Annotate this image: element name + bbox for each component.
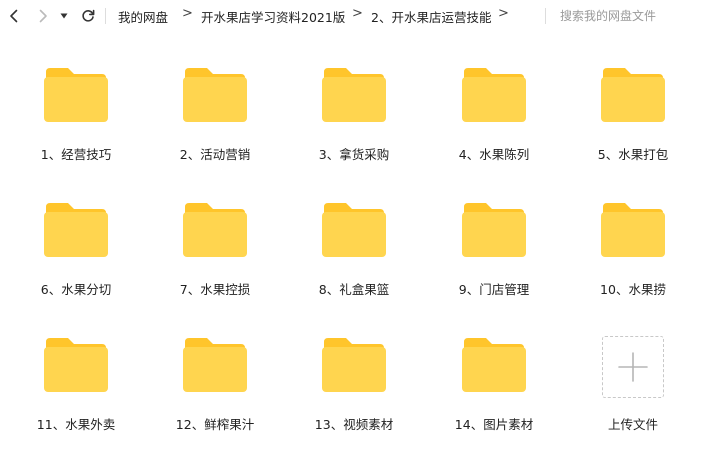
folder-label: 9、门店管理 — [458, 282, 530, 297]
upload-box[interactable] — [602, 336, 664, 398]
chevron-right-icon — [39, 9, 47, 23]
upload-file-button[interactable]: 上传文件 — [573, 336, 693, 448]
folder-label: 4、水果陈列 — [458, 147, 530, 162]
folder-icon — [44, 338, 108, 392]
folder-item[interactable]: 13、视频素材 — [294, 338, 414, 448]
file-grid: 1、经营技巧 2、活动营销 3、拿货采购 4、水果陈列 5、水果打包 6、水果分… — [0, 32, 720, 450]
refresh-button[interactable] — [77, 4, 99, 28]
folder-item[interactable]: 11、水果外卖 — [16, 338, 136, 448]
folder-item[interactable]: 12、鲜榨果汁 — [155, 338, 275, 448]
folder-icon — [322, 68, 386, 122]
folder-icon — [183, 203, 247, 257]
folder-item[interactable]: 3、拿货采购 — [294, 68, 414, 178]
folder-icon — [44, 203, 108, 257]
forward-button[interactable] — [32, 4, 54, 28]
folder-label: 11、水果外卖 — [36, 417, 116, 432]
folder-item[interactable]: 6、水果分切 — [16, 203, 136, 313]
back-button[interactable] — [3, 4, 25, 28]
breadcrumb-separator: > — [182, 6, 193, 21]
folder-icon — [44, 68, 108, 122]
folder-item[interactable]: 4、水果陈列 — [434, 68, 554, 178]
folder-icon — [601, 203, 665, 257]
folder-item[interactable]: 5、水果打包 — [573, 68, 693, 178]
refresh-icon — [82, 9, 95, 22]
folder-label: 14、图片素材 — [454, 417, 534, 432]
folder-item[interactable]: 10、水果捞 — [573, 203, 693, 313]
toolbar: 我的网盘 > 开水果店学习资料2021版 > 2、开水果店运营技能 > — [0, 0, 720, 32]
folder-label: 7、水果控损 — [179, 282, 251, 297]
caret-down-icon — [60, 13, 68, 19]
search-input[interactable] — [560, 6, 710, 26]
folder-item[interactable]: 9、门店管理 — [434, 203, 554, 313]
folder-item[interactable]: 7、水果控损 — [155, 203, 275, 313]
folder-icon — [322, 203, 386, 257]
breadcrumb-separator: > — [352, 6, 363, 21]
folder-label: 1、经营技巧 — [40, 147, 112, 162]
breadcrumb-item-root[interactable]: 我的网盘 — [118, 7, 168, 26]
history-dropdown-button[interactable] — [56, 4, 72, 28]
folder-item[interactable]: 8、礼盒果篮 — [294, 203, 414, 313]
folder-label: 8、礼盒果篮 — [318, 282, 390, 297]
folder-label: 3、拿货采购 — [318, 147, 390, 162]
plus-icon — [618, 352, 648, 382]
folder-label: 13、视频素材 — [314, 417, 394, 432]
search-divider — [545, 8, 546, 24]
folder-item[interactable]: 1、经营技巧 — [16, 68, 136, 178]
folder-label: 12、鲜榨果汁 — [175, 417, 255, 432]
folder-icon — [183, 338, 247, 392]
breadcrumb-item-current[interactable]: 2、开水果店运营技能 — [371, 7, 491, 26]
folder-label: 6、水果分切 — [40, 282, 112, 297]
folder-icon — [601, 68, 665, 122]
folder-label: 10、水果捞 — [600, 282, 666, 297]
breadcrumb-separator: > — [498, 6, 509, 21]
chevron-left-icon — [10, 9, 18, 23]
folder-item[interactable]: 2、活动营销 — [155, 68, 275, 178]
folder-label: 5、水果打包 — [597, 147, 669, 162]
folder-label: 2、活动营销 — [179, 147, 251, 162]
folder-icon — [322, 338, 386, 392]
upload-label: 上传文件 — [607, 417, 658, 432]
folder-icon — [462, 203, 526, 257]
folder-item[interactable]: 14、图片素材 — [434, 338, 554, 448]
breadcrumb-item-study-materials[interactable]: 开水果店学习资料2021版 — [201, 7, 345, 26]
toolbar-divider — [105, 8, 106, 24]
folder-icon — [183, 68, 247, 122]
folder-icon — [462, 338, 526, 392]
folder-icon — [462, 68, 526, 122]
